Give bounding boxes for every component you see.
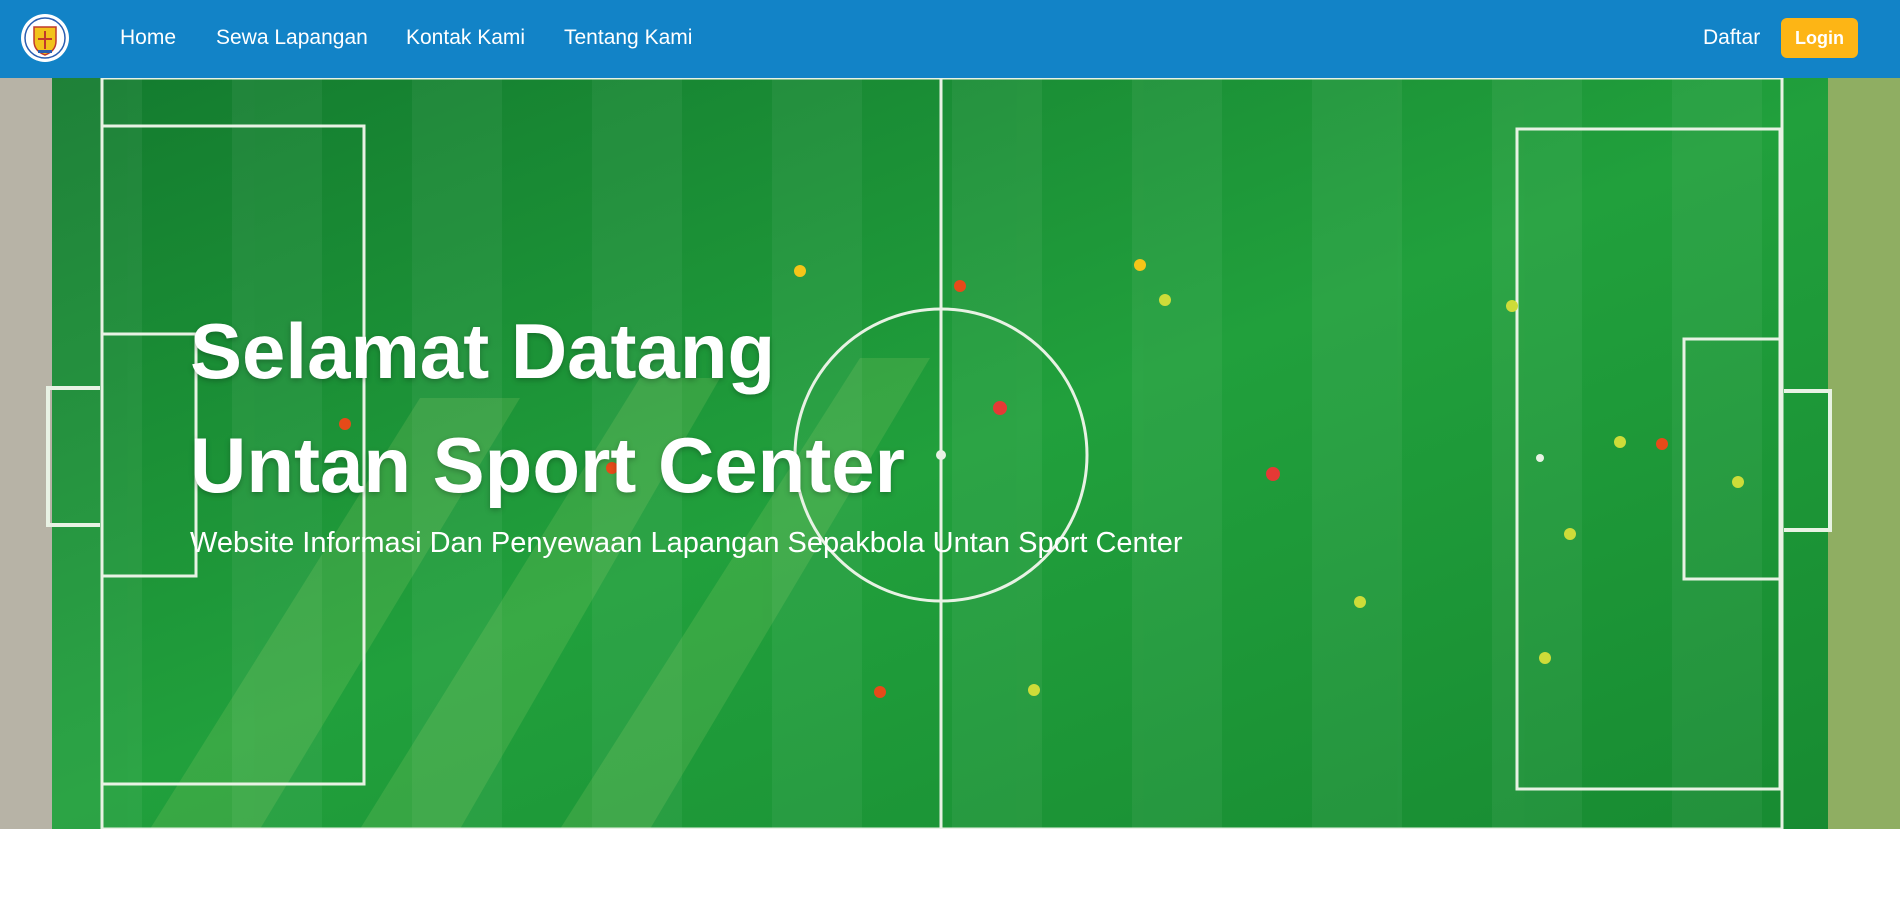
nav-link-tentang-kami[interactable]: Tentang Kami [564,26,692,50]
navbar: Home Sewa Lapangan Kontak Kami Tentang K… [0,0,1900,78]
nav-link-kontak-kami[interactable]: Kontak Kami [406,26,525,50]
login-button[interactable]: Login [1781,18,1858,58]
hero-title-line1: Selamat Datang [190,307,776,395]
hero-title-line2: Untan Sport Center [190,421,906,509]
hero-subtitle: Website Informasi Dan Penyewaan Lapangan… [190,527,1183,559]
nav-link-home[interactable]: Home [120,26,176,50]
university-logo[interactable] [20,13,70,63]
hero-banner: Selamat Datang Untan Sport Center Websit… [0,78,1900,829]
nav-link-sewa-lapangan[interactable]: Sewa Lapangan [216,26,368,50]
register-link[interactable]: Daftar [1703,26,1760,50]
